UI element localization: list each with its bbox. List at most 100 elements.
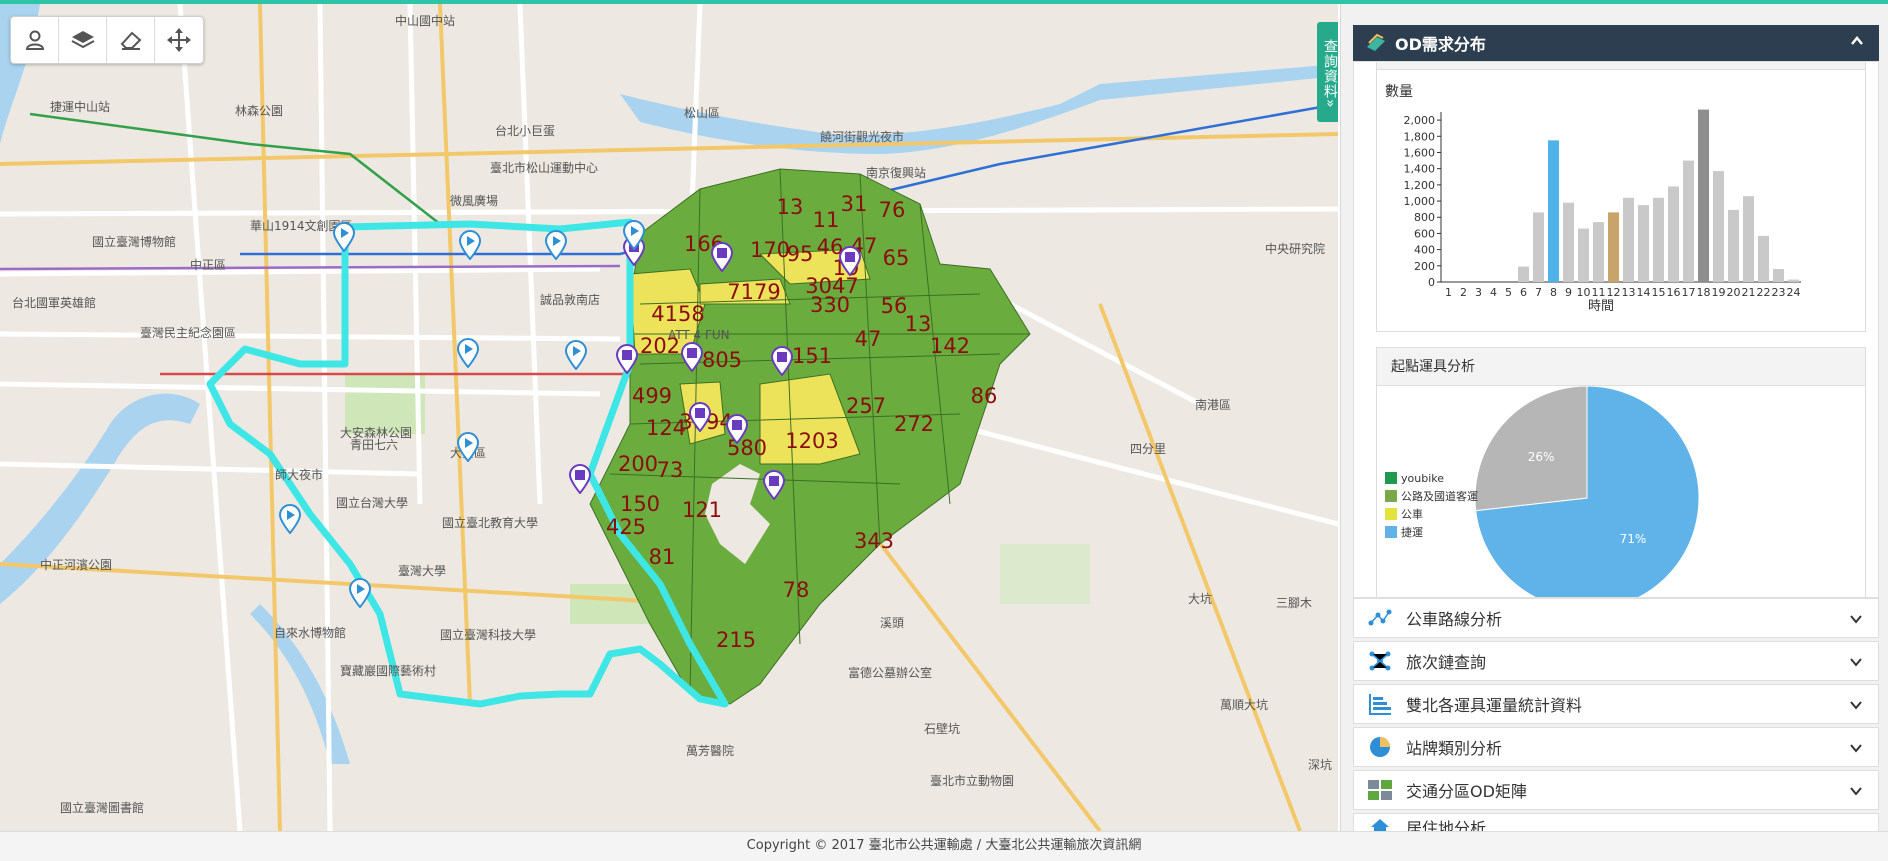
bus-marker[interactable] bbox=[456, 432, 480, 462]
chevron-down-icon bbox=[1850, 615, 1862, 624]
map-label: 大坑 bbox=[1188, 592, 1213, 606]
map-label: 臺北市松山運動中心 bbox=[490, 161, 599, 175]
x-tick-label: 21 bbox=[1742, 286, 1756, 299]
map-label: 台北國軍英雄館 bbox=[12, 296, 97, 310]
map-label: 石壁坑 bbox=[924, 722, 961, 736]
map-label: 饒河街觀光夜市 bbox=[820, 130, 905, 144]
map-label: 微風廣場 bbox=[450, 194, 499, 208]
legend-swatch bbox=[1385, 472, 1397, 484]
map-label: 國立臺灣博物館 bbox=[92, 235, 177, 249]
zone-label: 56 bbox=[880, 294, 908, 318]
bus-marker[interactable] bbox=[332, 222, 356, 252]
stop-marker[interactable] bbox=[680, 342, 704, 372]
stop-marker[interactable] bbox=[615, 344, 639, 374]
zone-label: 31 bbox=[840, 192, 868, 216]
bus-marker[interactable] bbox=[348, 578, 372, 608]
bar bbox=[1668, 186, 1679, 282]
map-label: 萬芳醫院 bbox=[686, 744, 735, 758]
layers-icon[interactable] bbox=[59, 17, 107, 63]
zone-label: 215 bbox=[715, 628, 757, 652]
map-canvas[interactable]: 中山國中站 南京復興站 捷運中山站 林森公園 台北小巨蛋 松山區 臺北市松山運動… bbox=[0, 4, 1338, 831]
zone-label: 13 bbox=[776, 195, 804, 219]
stop-marker[interactable] bbox=[725, 414, 749, 444]
bar bbox=[1713, 171, 1724, 282]
zone-label: 121 bbox=[681, 498, 723, 522]
zone-label: 76 bbox=[878, 198, 906, 222]
user-icon[interactable] bbox=[11, 17, 59, 63]
y-tick-label: 400 bbox=[1414, 244, 1435, 257]
bar bbox=[1788, 279, 1799, 282]
pie-icon bbox=[1366, 735, 1394, 759]
x-tick-label: 4 bbox=[1490, 286, 1497, 299]
stop-marker[interactable] bbox=[622, 220, 646, 250]
zone-label: 81 bbox=[648, 545, 676, 569]
map-label: 林森公園 bbox=[235, 104, 284, 118]
zone-label: 73 bbox=[656, 458, 684, 482]
bar bbox=[1653, 197, 1664, 282]
stop-marker[interactable] bbox=[568, 464, 592, 494]
accordion-residence[interactable]: 居住地分析 bbox=[1353, 813, 1879, 831]
map-label: 中山國中站 bbox=[395, 14, 456, 28]
zone-label: 200 bbox=[617, 452, 659, 476]
accordion-stop-type[interactable]: 站牌類別分析 bbox=[1353, 727, 1879, 767]
bar bbox=[1533, 212, 1544, 282]
side-panel: OD需求分布 數量 0 200 400 600 800 1,000 1,200 1,400 1,6… bbox=[1340, 4, 1888, 831]
zone-label: 95 bbox=[786, 242, 814, 266]
stop-marker[interactable] bbox=[762, 470, 786, 500]
map-label: 萬順大坑 bbox=[1220, 698, 1269, 712]
map-label: 臺灣民主紀念園區 bbox=[140, 326, 237, 340]
x-tick-label: 7 bbox=[1535, 286, 1542, 299]
eraser-icon[interactable] bbox=[107, 17, 155, 63]
x-tick-label: 10 bbox=[1577, 286, 1591, 299]
map-label: 捷運中山站 bbox=[50, 100, 111, 114]
accordion-od-matrix[interactable]: 交通分區OD矩陣 bbox=[1353, 770, 1879, 810]
map-label: 誠品敦南店 bbox=[540, 293, 601, 307]
zone-label: 343 bbox=[853, 529, 895, 553]
bus-marker[interactable] bbox=[544, 230, 568, 260]
zone-label: 86 bbox=[970, 384, 998, 408]
accordion-mode-stats[interactable]: 雙北各運具運量統計資料 bbox=[1353, 684, 1879, 724]
zone-label: 330 bbox=[809, 293, 851, 317]
hourly-bar-chart: 數量 0 200 400 600 800 1,000 1,200 1,400 1,600 1,800… bbox=[1385, 84, 1801, 314]
accordion-bus-route[interactable]: 公車路線分析 bbox=[1353, 598, 1879, 638]
bus-marker[interactable] bbox=[564, 340, 588, 370]
x-tick-label: 17 bbox=[1682, 286, 1696, 299]
bar bbox=[1623, 197, 1634, 282]
x-tick-label: 2 bbox=[1460, 286, 1467, 299]
accordion-label: 雙北各運具運量統計資料 bbox=[1406, 696, 1583, 715]
y-tick-label: 1,200 bbox=[1404, 179, 1436, 192]
accordion-trip-chain[interactable]: 旅次鏈查詢 bbox=[1353, 641, 1879, 681]
legend-label: 公車 bbox=[1401, 507, 1423, 521]
stop-marker[interactable] bbox=[838, 246, 862, 276]
bus-marker[interactable] bbox=[458, 230, 482, 260]
query-data-tab[interactable]: 查詢資料» bbox=[1317, 22, 1338, 122]
bus-marker[interactable] bbox=[456, 338, 480, 368]
network-icon bbox=[1366, 649, 1394, 673]
x-tick-label: 19 bbox=[1712, 286, 1726, 299]
stop-marker[interactable] bbox=[688, 402, 712, 432]
mode-chart-title: 起點運具分析 bbox=[1377, 348, 1865, 386]
zone-label: 272 bbox=[893, 412, 935, 436]
route-icon bbox=[1366, 606, 1394, 630]
x-tick-label: 23 bbox=[1772, 286, 1786, 299]
x-tick-label: 5 bbox=[1505, 286, 1512, 299]
move-icon[interactable] bbox=[155, 17, 203, 63]
map-label: 臺灣大學 bbox=[398, 564, 447, 578]
zone-label: 7179 bbox=[727, 280, 781, 304]
stop-marker[interactable] bbox=[770, 346, 794, 376]
bar bbox=[1698, 109, 1709, 282]
pie-slice-label: 26% bbox=[1528, 450, 1555, 464]
y-tick-label: 1,000 bbox=[1404, 195, 1436, 208]
legend-label: 公路及國道客運 bbox=[1401, 489, 1478, 503]
bar bbox=[1563, 202, 1574, 282]
od-panel-header[interactable]: OD需求分布 bbox=[1353, 25, 1879, 61]
zone-label: 202 bbox=[639, 334, 681, 358]
map-label: 中正區 bbox=[190, 258, 227, 272]
map-label: 台北小巨蛋 bbox=[495, 124, 556, 138]
zone-label: 11 bbox=[812, 208, 840, 232]
x-tick-label: 22 bbox=[1757, 286, 1771, 299]
chevron-up-icon[interactable] bbox=[1849, 33, 1865, 49]
stop-marker[interactable] bbox=[710, 242, 734, 272]
map-label: 寶藏巖國際藝術村 bbox=[340, 664, 437, 678]
bus-marker[interactable] bbox=[278, 504, 302, 534]
